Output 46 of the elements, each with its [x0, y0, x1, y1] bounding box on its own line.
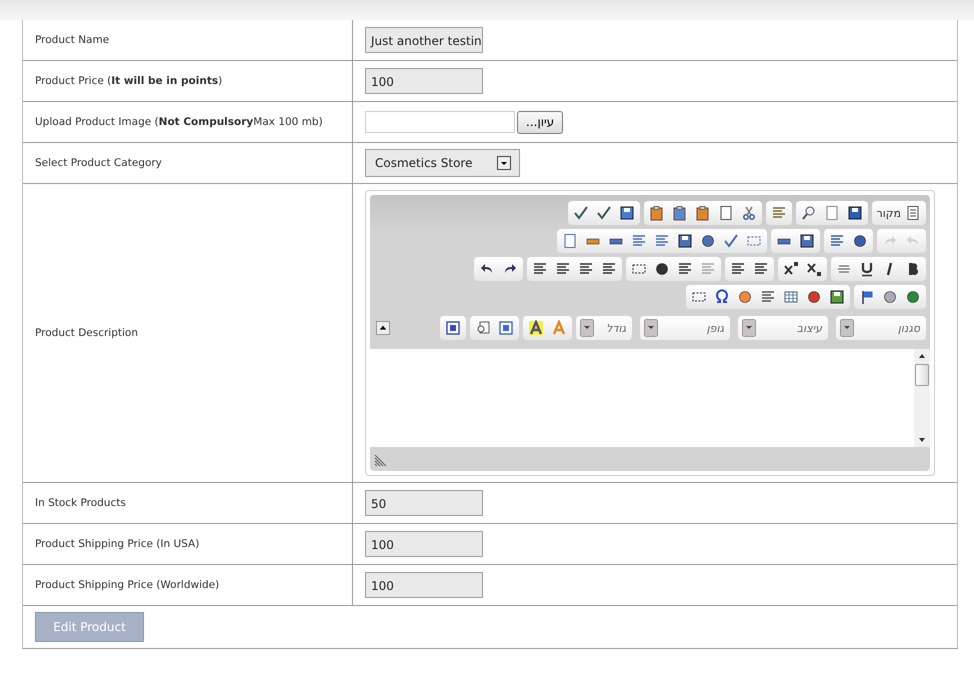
paste-text-icon[interactable]: [672, 205, 688, 221]
editor-dropdown[interactable]: עיצוב: [738, 316, 828, 340]
field-label: Product Shipping Price (Worldwide): [35, 579, 220, 591]
cut-icon[interactable]: [740, 205, 757, 221]
resize-grip-icon[interactable]: [374, 455, 386, 467]
text-field[interactable]: 50: [365, 490, 483, 516]
subscript-icon[interactable]: [806, 261, 822, 277]
spellcheck-icon[interactable]: [572, 205, 589, 221]
field-label: Upload Product Image (Not CompulsoryMax 100 mb): [35, 116, 323, 128]
field-label: Select Product Category: [35, 157, 162, 169]
underline-icon[interactable]: [859, 261, 875, 277]
superscript-icon[interactable]: [783, 261, 799, 277]
checkbox-icon[interactable]: [723, 233, 739, 249]
blank-page-icon[interactable]: [824, 205, 840, 221]
scrollbar-thumb[interactable]: [915, 364, 929, 386]
document-icon: [905, 205, 921, 221]
text-field[interactable]: 100: [365, 68, 483, 94]
collapse-toolbar-button[interactable]: [376, 321, 390, 335]
editor-dropdown[interactable]: גופן: [640, 316, 730, 340]
save-icon[interactable]: [846, 205, 863, 221]
text-color-icon[interactable]: [551, 320, 567, 336]
scroll-down-icon[interactable]: [917, 436, 927, 444]
field-label: Product Shipping Price (In USA): [35, 538, 200, 550]
text-field[interactable]: 100: [365, 572, 483, 598]
spellcheck-icon[interactable]: [596, 205, 612, 221]
table-icon[interactable]: [783, 289, 799, 305]
radio-icon[interactable]: [700, 233, 716, 249]
paste-word-icon[interactable]: [648, 205, 665, 221]
editor-dropdown[interactable]: סגנון: [836, 316, 926, 340]
field-label: Product Name: [35, 34, 110, 46]
text-field[interactable]: 100: [365, 531, 483, 557]
field-label: In Stock Products: [35, 497, 126, 509]
file-path-field[interactable]: [365, 111, 515, 133]
scroll-up-icon[interactable]: [917, 352, 927, 360]
browse-button[interactable]: עיון...: [517, 110, 564, 134]
editor-dropdown[interactable]: גודל: [576, 316, 632, 340]
text-field[interactable]: Just another testin: [365, 27, 483, 53]
scrollbar[interactable]: [914, 349, 930, 447]
preview-icon[interactable]: [800, 205, 817, 221]
field-label: Product Description: [35, 327, 138, 339]
field-label: Product Price (It will be in points): [35, 75, 222, 87]
category-dropdown[interactable]: Cosmetics Store: [365, 149, 520, 177]
omega-icon[interactable]: [714, 289, 730, 305]
up-arrow-icon: [379, 324, 387, 332]
highlight-icon[interactable]: [528, 320, 544, 336]
paste-icon[interactable]: [694, 205, 711, 221]
